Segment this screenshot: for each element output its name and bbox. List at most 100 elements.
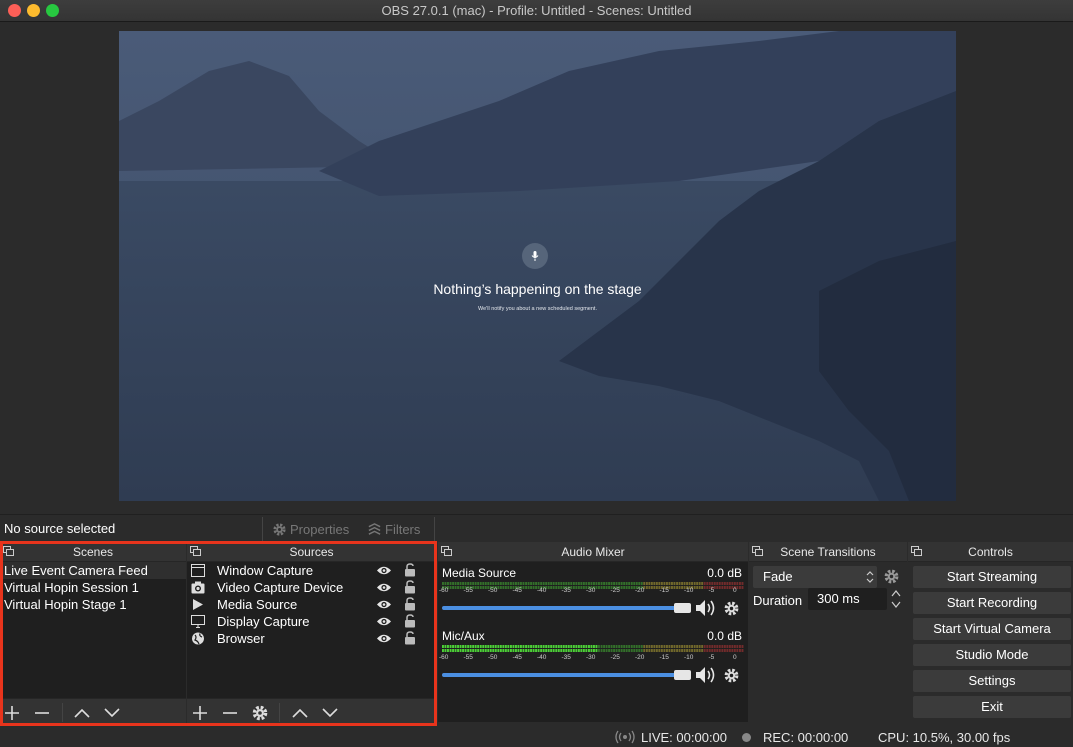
preview-area[interactable]: Nothing’s happening on the stage We'll n… (0, 22, 1073, 512)
meter-segment (598, 582, 600, 585)
stage-preview[interactable]: Nothing’s happening on the stage We'll n… (119, 31, 956, 501)
volume-slider-knob[interactable] (674, 603, 691, 613)
source-name: Display Capture (217, 614, 310, 629)
meter-segment (633, 582, 636, 585)
remove-scene-button[interactable] (33, 704, 51, 722)
move-scene-down-button[interactable] (103, 704, 121, 722)
scene-item[interactable]: Virtual Hopin Session 1 (0, 579, 186, 596)
meter-segment (464, 645, 467, 648)
meter-segment (666, 645, 668, 648)
undock-icon[interactable] (3, 546, 14, 556)
meter-segment (688, 582, 691, 585)
meter-segment (494, 582, 497, 585)
move-scene-up-button[interactable] (73, 704, 91, 722)
source-item[interactable]: Video Capture Device (187, 579, 436, 596)
meter-segment (442, 645, 444, 648)
meter-segment (600, 645, 603, 648)
source-item[interactable]: Window Capture (187, 562, 436, 579)
gear-icon[interactable] (883, 568, 900, 585)
undock-icon[interactable] (911, 546, 922, 556)
eye-icon[interactable] (376, 633, 392, 644)
eye-icon[interactable] (376, 616, 392, 627)
gear-icon[interactable] (723, 667, 740, 684)
remove-source-button[interactable] (221, 704, 239, 722)
meter-segment (550, 649, 553, 652)
unlock-icon[interactable] (404, 631, 416, 645)
duration-input[interactable]: 300 ms (808, 588, 887, 610)
filters-button[interactable]: Filters (367, 519, 420, 539)
scene-transitions-dock: Scene Transitions Fade Duration 300 ms (749, 542, 907, 725)
undock-icon[interactable] (190, 546, 201, 556)
transition-select[interactable]: Fade (753, 566, 877, 588)
volume-slider-knob[interactable] (674, 670, 691, 680)
source-item[interactable]: Display Capture (187, 613, 436, 630)
meter-segment (560, 645, 563, 648)
meter-segment (600, 582, 603, 585)
scene-item[interactable]: Live Event Camera Feed (0, 562, 186, 579)
meter-segment (557, 649, 560, 652)
meter-segment (444, 649, 447, 652)
source-item[interactable]: Media Source (187, 596, 436, 613)
meter-segment (487, 582, 490, 585)
meter-segment (567, 645, 570, 648)
source-item[interactable]: Browser (187, 630, 436, 647)
start-recording-button[interactable]: Start Recording (913, 592, 1071, 614)
meter-segment (545, 649, 548, 652)
meter-segment (487, 649, 490, 652)
meter-segment (489, 649, 492, 652)
status-bar: LIVE: 00:00:00 REC: 00:00:00 CPU: 10.5%,… (0, 727, 1073, 747)
meter-segment (479, 645, 482, 648)
meter-segment (683, 645, 686, 648)
meter-segment (655, 645, 658, 648)
meter-segment (663, 649, 666, 652)
speaker-icon[interactable] (695, 666, 717, 684)
exit-button[interactable]: Exit (913, 696, 1071, 718)
eye-icon[interactable] (376, 582, 392, 593)
meter-segment (678, 645, 681, 648)
sources-header: Sources (187, 542, 436, 562)
meter-segment (718, 582, 721, 585)
audio-mixer-dock: Audio Mixer Media Source 0.0 dB -60 -55 -5… (438, 542, 748, 722)
move-source-up-button[interactable] (291, 704, 309, 722)
meter-segment (482, 649, 485, 652)
sources-dock: Sources Window Capture Video Capture Dev… (187, 542, 436, 725)
add-source-button[interactable] (191, 704, 209, 722)
eye-icon[interactable] (376, 599, 392, 610)
meter-segment (530, 582, 533, 585)
unlock-icon[interactable] (404, 580, 416, 594)
speaker-icon[interactable] (695, 599, 717, 617)
unlock-icon[interactable] (404, 614, 416, 628)
unlock-icon[interactable] (404, 597, 416, 611)
start-virtual-camera-button[interactable]: Start Virtual Camera (913, 618, 1071, 640)
settings-button[interactable]: Settings (913, 670, 1071, 692)
studio-mode-button[interactable]: Studio Mode (913, 644, 1071, 666)
unlock-icon[interactable] (404, 563, 416, 577)
scene-item[interactable]: Virtual Hopin Stage 1 (0, 596, 186, 613)
meter-segment (515, 645, 517, 648)
volume-slider-track[interactable] (442, 673, 680, 677)
meter-segment (474, 582, 477, 585)
source-properties-button[interactable] (251, 704, 269, 722)
record-icon (742, 733, 751, 742)
eye-icon[interactable] (376, 565, 392, 576)
meter-scale-label: 0 (733, 587, 737, 594)
meter-segment (683, 582, 686, 585)
broadcast-icon (615, 730, 635, 744)
undock-icon[interactable] (441, 546, 452, 556)
source-name: Media Source (217, 597, 298, 612)
properties-button[interactable]: Properties (272, 519, 349, 539)
start-streaming-button[interactable]: Start Streaming (913, 566, 1071, 588)
source-toolbar: No source selected Properties Filters (0, 514, 1073, 542)
meter-segment (625, 645, 628, 648)
move-source-down-button[interactable] (321, 704, 339, 722)
undock-icon[interactable] (752, 546, 763, 556)
meter-segment (663, 582, 666, 585)
volume-slider-track[interactable] (442, 606, 680, 610)
add-scene-button[interactable] (3, 704, 21, 722)
gear-icon[interactable] (723, 600, 740, 617)
meter-segment (630, 649, 633, 652)
meter-segment (733, 649, 736, 652)
meter-segment (545, 582, 548, 585)
meter-segment (452, 582, 455, 585)
duration-stepper[interactable] (890, 588, 902, 610)
